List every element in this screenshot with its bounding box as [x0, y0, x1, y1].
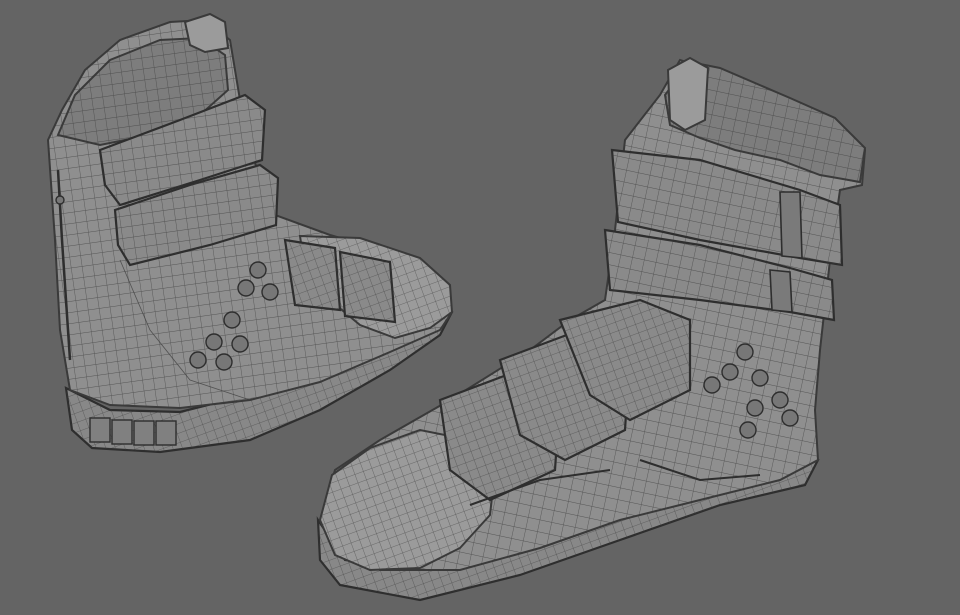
left-boot[interactable]: [46, 12, 454, 454]
right-boot-buckle-lower: [769, 269, 793, 313]
right-boot-pull-tab: [666, 56, 710, 132]
left-boot-zipper-pull-icon: [55, 195, 65, 205]
3d-viewport[interactable]: [0, 0, 960, 615]
left-boot-pull-tab: [183, 12, 230, 54]
right-boot-buckle-upper: [779, 191, 803, 259]
